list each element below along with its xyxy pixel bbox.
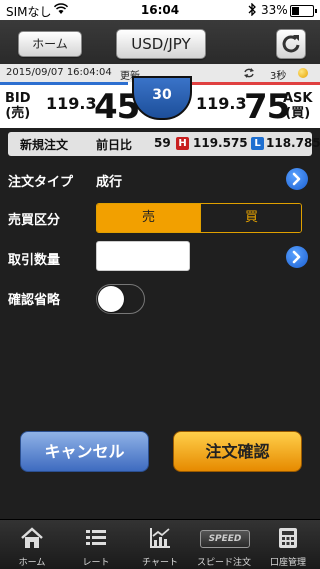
top-nav: ホーム USD/JPY xyxy=(0,20,320,64)
bluetooth-icon xyxy=(248,3,256,16)
bid-accent-bar xyxy=(0,82,128,85)
chevron-right-icon xyxy=(292,250,301,264)
bid-price-prefix: 119.3 xyxy=(46,94,97,113)
high-price: 119.575 xyxy=(193,136,248,150)
tab-account[interactable]: 口座管理 xyxy=(256,520,320,569)
cancel-button[interactable]: キャンセル xyxy=(20,431,149,472)
chevron-right-icon xyxy=(292,172,301,186)
quantity-label: 取引数量 xyxy=(8,253,61,268)
side-label: 売買区分 xyxy=(8,213,61,228)
order-type-chevron-button[interactable] xyxy=(286,168,308,190)
battery-icon xyxy=(290,5,317,17)
low-badge: L xyxy=(251,137,264,150)
buy-segment[interactable]: 買 xyxy=(200,204,301,232)
order-type-label: 注文タイプ xyxy=(8,175,74,190)
list-icon xyxy=(86,530,106,545)
side-segmented-control: 売 買 xyxy=(96,203,302,233)
quantity-chevron-button[interactable] xyxy=(286,246,308,268)
refresh-icon xyxy=(282,35,300,53)
order-confirm-button[interactable]: 注文確認 xyxy=(173,431,302,472)
tab-speed-order[interactable]: SPEED スピード注文 xyxy=(192,520,256,569)
quantity-input[interactable] xyxy=(96,241,190,271)
status-bar: SIMなし 16:04 33% xyxy=(0,0,320,20)
summary-bar: 新規注文 前日比 59 H 119.575 L 118.785 xyxy=(8,132,320,156)
tab-bar: ホーム レート チャート SPEED スピード注文 口座管理 xyxy=(0,519,320,569)
toggle-knob xyxy=(98,286,124,312)
ask-price-prefix: 119.3 xyxy=(196,94,247,113)
sell-segment[interactable]: 売 xyxy=(97,204,200,232)
order-type-value[interactable]: 成行 xyxy=(96,171,122,190)
battery-percent: 33% xyxy=(261,3,288,17)
refresh-button[interactable] xyxy=(276,29,306,59)
connection-status-icon xyxy=(298,68,308,78)
chart-icon xyxy=(150,528,170,548)
new-order-label: 新規注文 xyxy=(20,138,69,152)
home-button[interactable]: ホーム xyxy=(18,31,82,57)
update-interval[interactable]: 3秒 xyxy=(270,67,286,82)
tab-chart[interactable]: チャート xyxy=(128,520,192,569)
prev-day-label: 前日比 xyxy=(96,138,133,152)
ask-accent-bar xyxy=(192,82,320,85)
speed-icon: SPEED xyxy=(200,530,250,548)
update-timestamp: 2015/09/07 16:04:04 xyxy=(6,67,112,78)
tab-home[interactable]: ホーム xyxy=(0,520,64,569)
tab-rate[interactable]: レート xyxy=(64,520,128,569)
confirm-skip-label: 確認省略 xyxy=(8,293,61,308)
ask-label: ASK (買) xyxy=(283,91,313,121)
home-icon xyxy=(21,527,43,548)
auto-update-icon[interactable] xyxy=(242,67,256,79)
bid-label: BID (売) xyxy=(5,91,31,121)
prev-day-change: 59 xyxy=(154,136,171,150)
account-icon xyxy=(279,528,297,548)
high-badge: H xyxy=(176,137,189,150)
currency-pair-button[interactable]: USD/JPY xyxy=(116,29,206,59)
confirm-skip-toggle[interactable] xyxy=(96,284,145,314)
low-price: 118.785 xyxy=(266,136,320,150)
